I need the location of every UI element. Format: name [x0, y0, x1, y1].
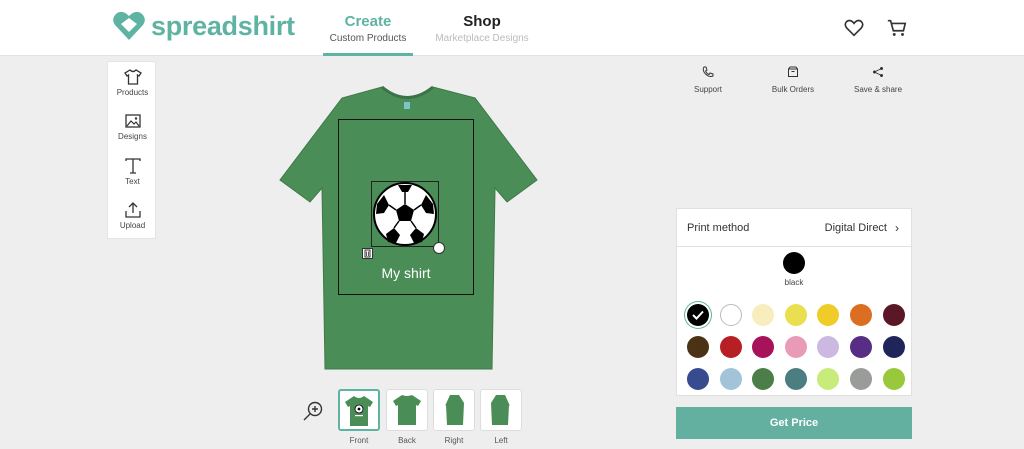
heart-icon[interactable]	[843, 17, 865, 39]
color-swatch[interactable]	[719, 336, 742, 358]
color-swatch[interactable]	[817, 336, 840, 358]
selected-color-swatch	[783, 252, 805, 274]
color-swatch[interactable]	[687, 336, 709, 358]
tool-upload-label: Upload	[119, 221, 146, 230]
chevron-right-icon: ›	[895, 221, 899, 235]
tshirt-left-icon	[491, 395, 510, 425]
color-swatch[interactable]	[882, 304, 905, 326]
color-swatch[interactable]	[784, 336, 807, 358]
color-swatch[interactable]	[882, 336, 905, 358]
image-icon	[124, 114, 141, 128]
nav-shop-title: Shop	[463, 13, 501, 30]
color-swatch[interactable]	[784, 304, 807, 326]
nav-tab-create[interactable]: Create Custom Products	[323, 0, 413, 56]
heart-logo-icon	[113, 11, 145, 40]
nav-shop-subtitle: Marketplace Designs	[435, 33, 529, 44]
nav-tab-shop[interactable]: Shop Marketplace Designs	[432, 0, 532, 56]
tool-products-label: Products	[116, 88, 149, 97]
soccer-ball-design[interactable]	[371, 181, 439, 247]
shirt-text-design[interactable]: My shirt	[340, 265, 472, 281]
tshirt-back-icon	[393, 395, 421, 425]
phone-icon	[702, 66, 714, 77]
color-swatch[interactable]	[882, 368, 905, 390]
box-icon	[788, 66, 798, 77]
nav-create-title: Create	[344, 13, 392, 30]
selected-color-name: black	[784, 278, 804, 287]
print-method-value: Digital Direct	[824, 222, 887, 234]
view-right-label: Right	[444, 436, 464, 445]
tool-designs[interactable]: Designs	[108, 106, 157, 150]
product-options-panel: Print method Digital Direct › black	[676, 208, 912, 396]
zoom-in-icon[interactable]	[302, 400, 324, 422]
color-swatch[interactable]	[850, 336, 872, 358]
tool-designs-label: Designs	[118, 132, 147, 141]
text-icon	[124, 158, 141, 174]
save-share-button[interactable]: Save & share	[843, 66, 913, 94]
view-front-label: Front	[349, 436, 369, 445]
view-back-thumbnail[interactable]	[386, 389, 428, 431]
bulk-orders-label: Bulk Orders	[771, 85, 815, 94]
color-swatch[interactable]	[784, 368, 807, 390]
tool-text[interactable]: Text	[108, 151, 157, 195]
color-swatch[interactable]	[719, 304, 742, 326]
tshirt-right-icon	[445, 395, 464, 425]
view-left-label: Left	[494, 436, 508, 445]
soccer-ball-icon	[373, 182, 437, 246]
color-swatch[interactable]	[752, 336, 775, 358]
tool-products[interactable]: Products	[108, 62, 157, 106]
view-front-thumbnail[interactable]	[338, 389, 380, 431]
color-swatch[interactable]	[817, 304, 840, 326]
color-swatch[interactable]	[687, 304, 709, 326]
color-swatch[interactable]	[850, 304, 872, 326]
checkmark-icon	[692, 310, 704, 320]
color-swatch[interactable]	[752, 368, 775, 390]
logo-wordmark: spreadshirt	[151, 10, 295, 41]
color-swatch[interactable]	[817, 368, 840, 390]
support-button[interactable]: Support	[673, 66, 743, 94]
nav-create-subtitle: Custom Products	[329, 33, 407, 44]
upload-icon	[124, 202, 141, 218]
color-swatch[interactable]	[850, 368, 872, 390]
print-method-label: Print method	[687, 222, 750, 234]
tool-text-label: Text	[125, 177, 140, 186]
tool-upload[interactable]: Upload	[108, 195, 157, 239]
share-icon	[873, 67, 883, 77]
tshirt-icon	[123, 69, 142, 85]
color-swatch[interactable]	[719, 368, 742, 390]
spreadshirt-logo[interactable]: spreadshirt	[112, 10, 295, 42]
support-label: Support	[693, 85, 723, 94]
delete-design-icon[interactable]	[362, 248, 373, 259]
resize-handle[interactable]	[433, 242, 445, 254]
get-price-button[interactable]: Get Price	[676, 407, 912, 439]
color-swatch[interactable]	[752, 304, 775, 326]
tshirt-front-icon	[345, 396, 373, 426]
color-swatch[interactable]	[687, 368, 709, 390]
print-method-row[interactable]: Print method Digital Direct ›	[677, 209, 911, 247]
view-back-label: Back	[398, 436, 416, 445]
view-left-thumbnail[interactable]	[480, 389, 522, 431]
cart-icon[interactable]	[886, 17, 908, 39]
save-share-label: Save & share	[853, 85, 903, 94]
view-right-thumbnail[interactable]	[433, 389, 475, 431]
design-toolbar: Products Designs Text Upload	[107, 61, 156, 239]
top-header: spreadshirt Create Custom Products Shop …	[0, 0, 1024, 56]
bulk-orders-button[interactable]: Bulk Orders	[758, 66, 828, 94]
